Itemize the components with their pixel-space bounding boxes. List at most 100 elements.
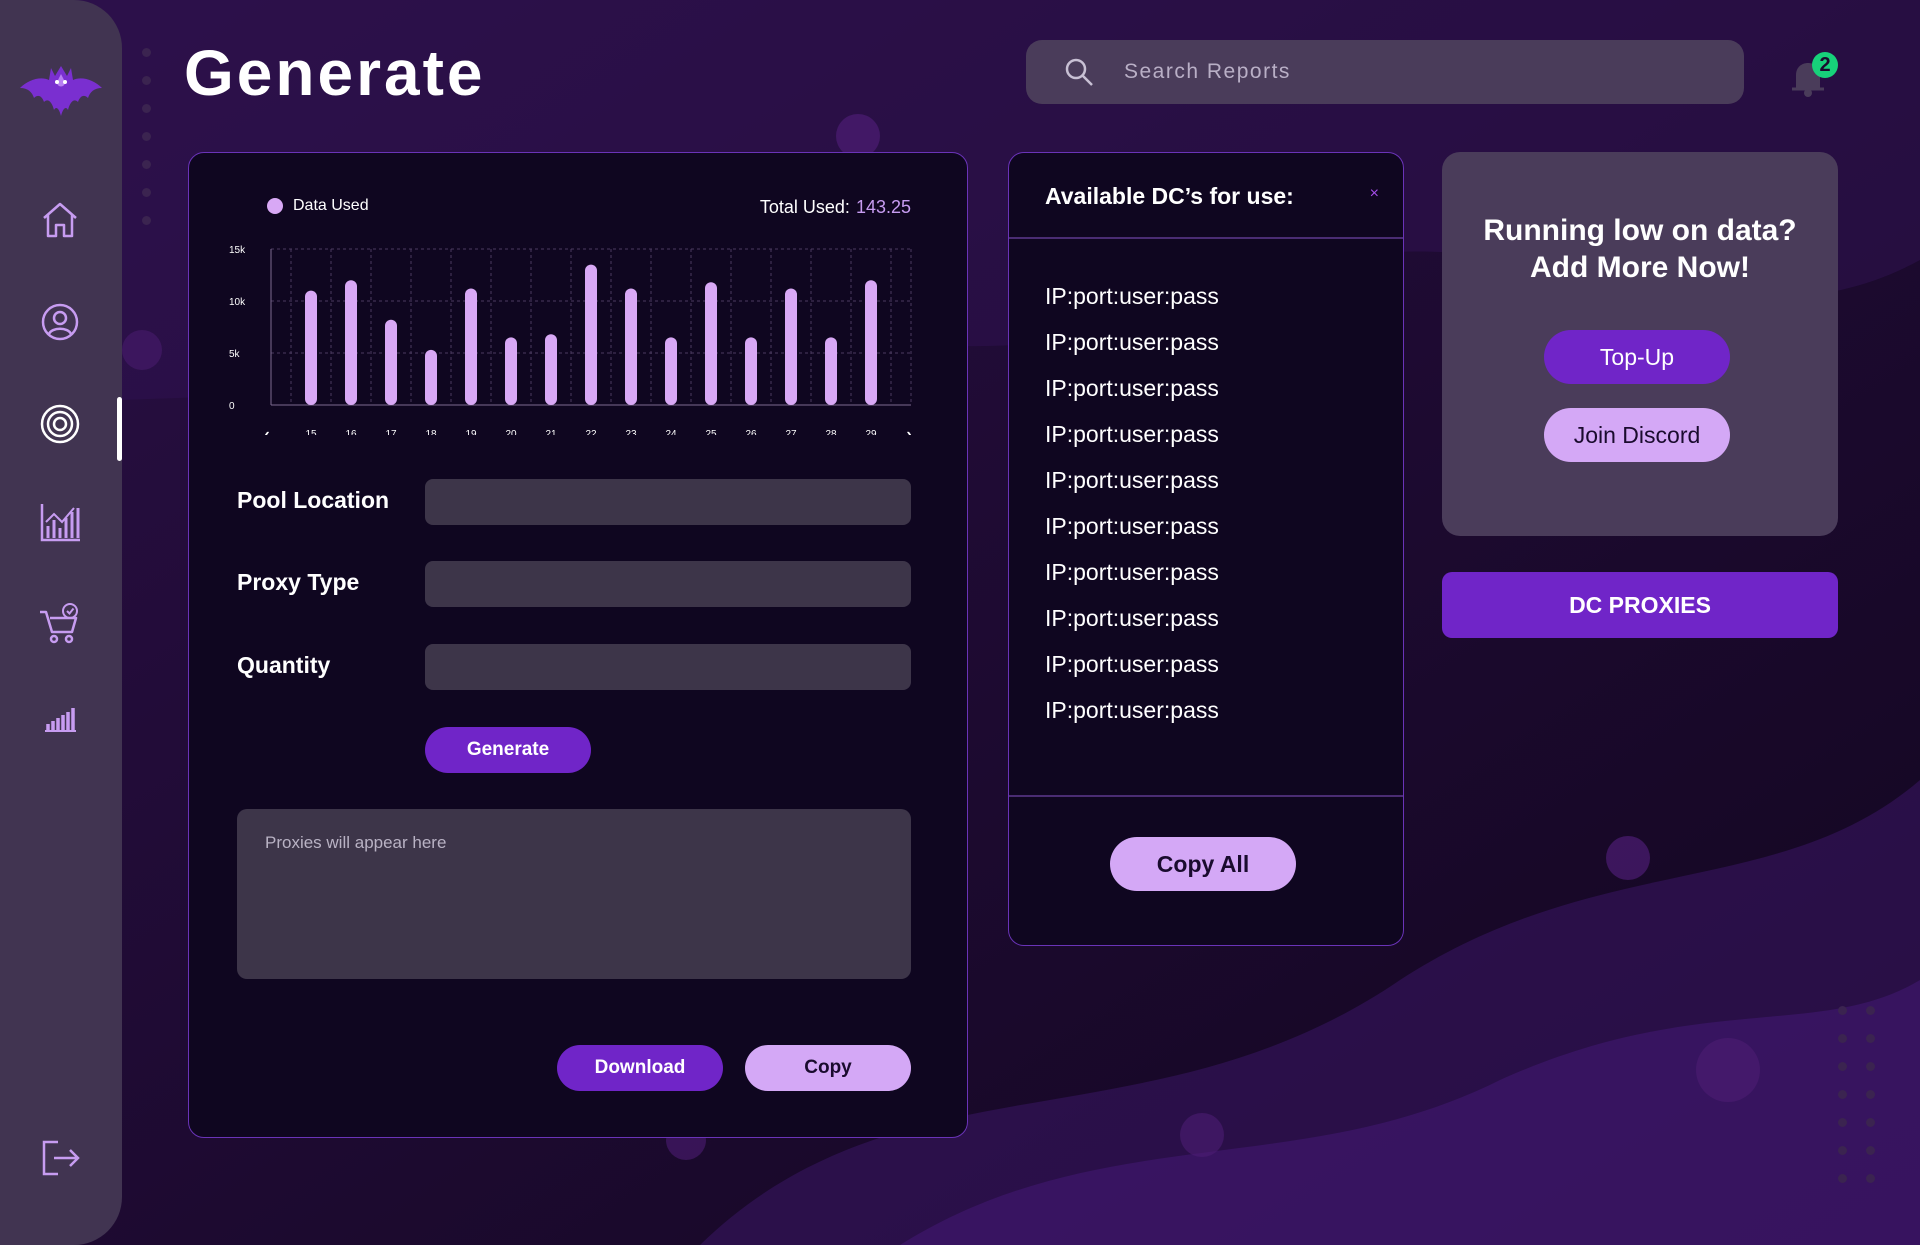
x-tick-label: 21 <box>545 429 557 435</box>
x-tick-label: 23 <box>625 429 637 435</box>
chart-bar <box>465 288 477 405</box>
notification-badge: 2 <box>1812 52 1838 78</box>
proxies-output[interactable] <box>237 809 911 979</box>
dc-list-item[interactable]: IP:port:user:pass <box>1045 503 1219 549</box>
user-icon <box>41 303 79 341</box>
chart-bar <box>305 290 317 405</box>
chart-bar <box>425 349 437 405</box>
sidebar <box>0 0 122 1245</box>
search-bar <box>1026 40 1744 104</box>
promo-line-1: Running low on data? <box>1483 214 1797 247</box>
quantity-input[interactable] <box>425 644 911 690</box>
promo-line-2: Add More Now! <box>1530 251 1750 284</box>
x-tick-label: 26 <box>745 429 757 435</box>
cart-icon <box>40 603 78 644</box>
search-input[interactable] <box>1122 59 1686 85</box>
target-icon <box>40 404 80 444</box>
download-button[interactable]: Download <box>557 1045 723 1091</box>
y-tick-label: 10k <box>229 297 246 308</box>
chart-bar <box>825 337 837 405</box>
dc-list-item[interactable]: IP:port:user:pass <box>1045 319 1219 365</box>
chart-bar <box>665 337 677 405</box>
nav-profile[interactable] <box>36 298 84 346</box>
home-icon <box>43 202 77 238</box>
dc-list-item[interactable]: IP:port:user:pass <box>1045 549 1219 595</box>
chart-bar <box>745 337 757 405</box>
pool-location-label: Pool Location <box>237 487 390 513</box>
join-discord-button[interactable]: Join Discord <box>1544 408 1730 462</box>
active-indicator <box>117 397 122 461</box>
legend-label: Data Used <box>293 197 369 214</box>
chart-bar <box>705 282 717 405</box>
dc-list-item[interactable]: IP:port:user:pass <box>1045 641 1219 687</box>
dc-list-item[interactable]: IP:port:user:pass <box>1045 595 1219 641</box>
promo-panel: Running low on data? Add More Now! Top-U… <box>1442 152 1838 536</box>
generate-button[interactable]: Generate <box>425 727 591 773</box>
total-used: Total Used: 143.25 <box>760 197 911 218</box>
divider <box>1009 795 1403 797</box>
x-tick-label: 28 <box>825 429 837 435</box>
x-tick-label: 25 <box>705 429 717 435</box>
y-tick-label: 15k <box>229 245 246 256</box>
chart-icon <box>40 504 80 542</box>
proxy-type-input[interactable] <box>425 561 911 607</box>
nav-logout[interactable] <box>36 1134 84 1182</box>
nav-generate[interactable] <box>36 400 84 448</box>
y-tick-label: 0 <box>229 401 235 412</box>
logout-icon <box>42 1140 80 1176</box>
chart-bar <box>585 264 597 405</box>
nav-analytics[interactable] <box>36 498 84 546</box>
dc-panel-title: Available DC’s for use: <box>1045 183 1294 209</box>
x-tick-label: 19 <box>465 429 477 435</box>
chart-legend: Data Used <box>267 197 369 215</box>
dc-list-item[interactable]: IP:port:user:pass <box>1045 273 1219 319</box>
dc-list-item[interactable]: IP:port:user:pass <box>1045 457 1219 503</box>
dc-list: IP:port:user:pass IP:port:user:pass IP:por… <box>1045 273 1219 733</box>
dc-list-item[interactable]: IP:port:user:pass <box>1045 365 1219 411</box>
chart-bar <box>505 337 517 405</box>
x-tick-label: 24 <box>665 429 677 435</box>
quantity-label: Quantity <box>237 652 331 678</box>
close-icon[interactable]: × <box>1370 185 1379 203</box>
data-usage-chart: 15k 10k 5k 0 15 16 17 18 19 20 21 22 23 24 25 26 27 28 29 ‹… <box>229 245 912 435</box>
bars-icon <box>45 708 76 732</box>
total-value: 143.25 <box>855 197 911 217</box>
chart-bar <box>625 288 637 405</box>
x-tick-label: 27 <box>785 429 797 435</box>
dc-list-item[interactable]: IP:port:user:pass <box>1045 411 1219 457</box>
x-tick-label: 17 <box>385 429 397 435</box>
search-icon[interactable] <box>1064 57 1094 87</box>
bat-logo-icon[interactable] <box>18 58 104 122</box>
x-tick-label: 15 <box>305 429 317 435</box>
copy-button[interactable]: Copy <box>745 1045 911 1091</box>
nav-shop[interactable] <box>36 600 84 648</box>
chart-bar <box>785 288 797 405</box>
copy-all-button[interactable]: Copy All <box>1110 837 1296 891</box>
nav-usage[interactable] <box>36 694 84 742</box>
x-tick-label: 20 <box>505 429 517 435</box>
chart-bar <box>385 319 397 405</box>
divider <box>1009 237 1403 239</box>
top-up-button[interactable]: Top-Up <box>1544 330 1730 384</box>
x-tick-label: 16 <box>345 429 357 435</box>
dc-list-item[interactable]: IP:port:user:pass <box>1045 687 1219 733</box>
pool-location-input[interactable] <box>425 479 911 525</box>
generate-panel: Data Used Total Used: 143.25 15k 10k 5k 0 15 1… <box>188 152 968 1138</box>
chart-bar <box>865 280 877 405</box>
x-tick-label: 29 <box>865 429 877 435</box>
chart-next-arrow[interactable]: › <box>906 426 911 435</box>
proxy-type-label: Proxy Type <box>237 569 360 595</box>
chart-bar <box>345 280 357 405</box>
page-title: Generate <box>184 37 486 109</box>
chart-prev-arrow[interactable]: ‹ <box>264 426 269 435</box>
nav-home[interactable] <box>36 196 84 244</box>
x-tick-label: 18 <box>425 429 437 435</box>
x-tick-label: 22 <box>585 429 597 435</box>
dc-panel: Available DC’s for use: × IP:port:user:p… <box>1008 152 1404 946</box>
dc-proxies-button[interactable]: DC PROXIES <box>1442 572 1838 638</box>
legend-marker <box>267 198 283 214</box>
y-tick-label: 5k <box>229 349 241 360</box>
promo-text: Running low on data? Add More Now! <box>1442 212 1838 286</box>
total-label: Total Used: <box>759 197 850 217</box>
chart-bar <box>545 334 557 405</box>
